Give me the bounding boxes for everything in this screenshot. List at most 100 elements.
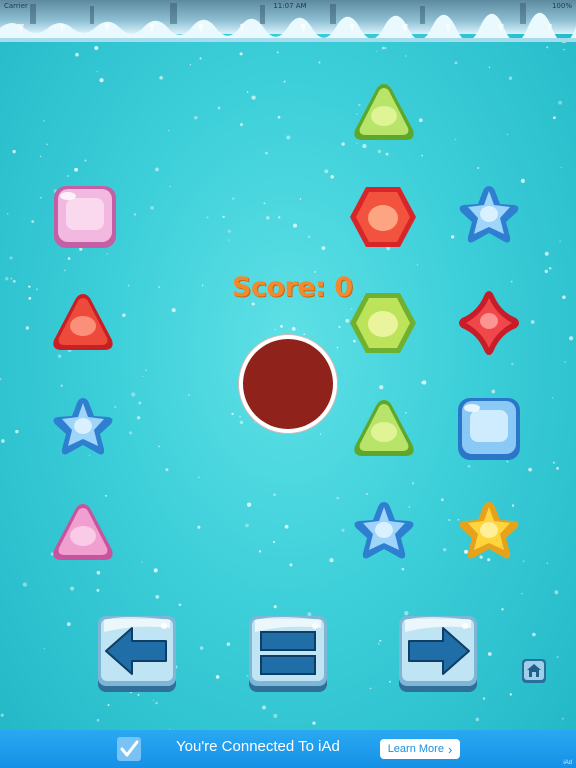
snow-speck xyxy=(217,106,221,110)
snow-speck xyxy=(64,269,66,272)
snow-speck xyxy=(84,159,87,162)
snow-speck xyxy=(329,558,334,563)
snow-speck xyxy=(96,70,98,73)
snow-speck xyxy=(277,216,281,219)
snow-speck xyxy=(568,336,574,341)
snow-speck xyxy=(556,656,559,659)
snow-speck xyxy=(96,718,100,722)
snow-speck xyxy=(273,713,278,718)
square-blue[interactable] xyxy=(454,394,524,464)
snow-speck xyxy=(1,439,5,443)
snow-speck xyxy=(528,467,532,472)
snow-speck xyxy=(404,55,407,57)
hexagon-red[interactable] xyxy=(348,182,418,252)
snow-speck xyxy=(477,166,480,170)
snow-speck xyxy=(440,498,444,502)
pause-button[interactable] xyxy=(247,614,329,694)
snow-speck xyxy=(74,167,78,172)
snow-speck xyxy=(168,129,170,132)
snow-speck xyxy=(10,277,13,280)
snow-speck xyxy=(554,590,559,595)
snow-speck xyxy=(133,213,137,216)
snow-speck xyxy=(379,385,384,390)
snow-speck xyxy=(510,280,513,283)
triangle-red[interactable] xyxy=(48,288,118,358)
snow-speck xyxy=(379,639,382,642)
home-icon xyxy=(522,659,546,683)
star-yellow[interactable] xyxy=(454,498,524,568)
diamond-red[interactable] xyxy=(454,288,524,358)
snow-speck xyxy=(150,206,154,210)
learn-more-label: Learn More xyxy=(387,743,444,755)
snow-speck xyxy=(556,467,559,470)
snow-speck xyxy=(544,251,549,256)
snow-speck xyxy=(60,384,63,387)
star-blue-left[interactable] xyxy=(48,394,118,464)
snow-speck xyxy=(299,198,302,200)
ad-banner[interactable]: You're Connected To iAd Learn More › iAd xyxy=(0,730,576,768)
triangle-green-top[interactable] xyxy=(349,78,419,148)
snow-speck xyxy=(157,286,161,289)
move-right-button[interactable] xyxy=(397,614,479,694)
snow-speck xyxy=(376,50,378,52)
snow-speck xyxy=(509,693,513,696)
learn-more-button[interactable]: Learn More › xyxy=(380,739,460,759)
snow-speck xyxy=(548,267,552,270)
battery-label: 100% xyxy=(551,2,572,10)
snow-speck xyxy=(454,138,457,141)
hexagon-green[interactable] xyxy=(348,288,418,358)
snow-speck xyxy=(365,492,368,495)
snow-speck xyxy=(265,151,268,155)
chevron-right-icon: › xyxy=(447,741,453,757)
snow-speck xyxy=(558,100,563,105)
snow-speck xyxy=(265,216,270,220)
snow-speck xyxy=(145,369,147,372)
star-blue-bottom[interactable] xyxy=(349,498,419,568)
snow-speck xyxy=(231,412,234,416)
snow-speck xyxy=(258,550,262,553)
snow-speck xyxy=(369,687,372,690)
snow-speck xyxy=(411,482,415,485)
snow-speck xyxy=(25,326,30,330)
snow-speck xyxy=(277,115,281,119)
snow-speck xyxy=(231,197,235,200)
snow-speck xyxy=(488,66,491,68)
star-blue-right[interactable] xyxy=(454,182,524,252)
snow-speck xyxy=(222,215,225,218)
player-ball[interactable] xyxy=(243,339,333,429)
snow-speck xyxy=(239,52,243,56)
snow-speck xyxy=(96,570,101,575)
snow-speck xyxy=(544,269,549,274)
home-button[interactable] xyxy=(521,658,547,684)
iad-corner-label: iAd xyxy=(563,760,572,766)
snow-speck xyxy=(312,721,316,725)
snow-speck xyxy=(336,496,340,500)
snow-speck xyxy=(274,328,276,331)
snow-speck xyxy=(321,246,326,251)
snow-speck xyxy=(563,48,565,51)
snow-speck xyxy=(66,622,71,626)
snow-speck xyxy=(246,502,252,507)
snow-speck xyxy=(561,717,564,720)
snow-speck xyxy=(389,680,391,683)
snow-speck xyxy=(28,297,32,300)
snow-speck xyxy=(39,155,42,158)
move-left-button[interactable] xyxy=(96,614,178,694)
square-pink[interactable] xyxy=(50,182,120,252)
snow-speck xyxy=(552,461,556,464)
snow-speck xyxy=(260,422,265,427)
snow-speck xyxy=(308,235,311,238)
score-display: Score: 0 xyxy=(232,272,353,308)
snow-speck xyxy=(67,257,71,260)
arrow-left-icon xyxy=(98,616,176,692)
snow-speck xyxy=(239,123,243,127)
triangle-pink[interactable] xyxy=(48,498,118,568)
snow-speck xyxy=(559,240,561,243)
triangle-green-mid[interactable] xyxy=(349,394,419,464)
snow-speck xyxy=(281,428,284,431)
snow-speck xyxy=(12,279,16,283)
snow-speck xyxy=(31,220,35,223)
status-bar: Carrier 11:07 AM 100% xyxy=(0,0,576,12)
snow-speck xyxy=(104,494,107,497)
snow-speck xyxy=(155,701,158,705)
